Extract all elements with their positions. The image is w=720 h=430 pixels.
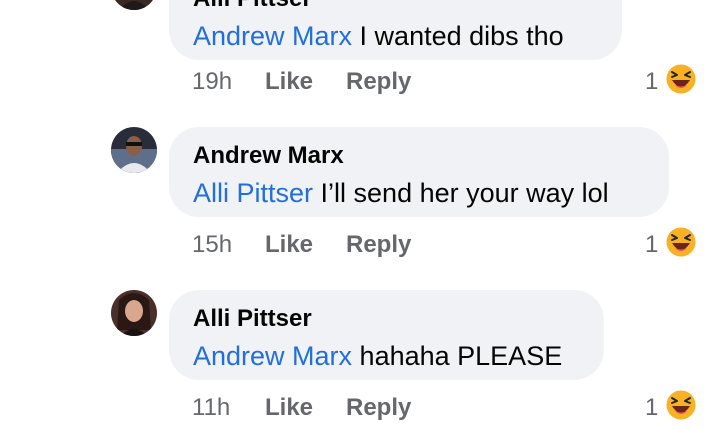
like-button[interactable]: Like	[265, 231, 313, 259]
mention-link[interactable]: Alli Pittser	[193, 178, 313, 208]
comment-body: I’ll send her your way lol	[313, 178, 609, 208]
comment-body: hahaha PLEASE	[352, 341, 563, 371]
reaction-count[interactable]: 1	[645, 68, 658, 96]
avatar-photo-icon	[111, 0, 157, 10]
laughing-emoji-icon[interactable]	[664, 388, 698, 422]
reaction-count[interactable]: 1	[645, 394, 658, 422]
comment-text: Andrew Marx hahaha PLEASE	[193, 341, 562, 372]
comment-actions: 11h Like Reply 1	[192, 388, 712, 430]
laughing-emoji-icon[interactable]	[664, 225, 698, 259]
avatar[interactable]	[111, 290, 157, 336]
timestamp[interactable]: 19h	[192, 68, 232, 96]
avatar-photo-icon	[111, 290, 157, 336]
mention-link[interactable]: Andrew Marx	[193, 21, 352, 51]
comment-actions: 19h Like Reply 1	[192, 62, 712, 104]
avatar[interactable]	[111, 127, 157, 173]
comment-bubble: Alli Pittser Andrew Marx I wanted dibs t…	[169, 0, 622, 60]
comment-text: Alli Pittser I’ll send her your way lol	[193, 178, 609, 209]
comment-author[interactable]: Alli Pittser	[193, 305, 312, 333]
timestamp[interactable]: 11h	[192, 394, 230, 422]
laughing-emoji-icon[interactable]	[664, 62, 698, 96]
comment-body: I wanted dibs tho	[352, 21, 564, 51]
comment-text: Andrew Marx I wanted dibs tho	[193, 21, 564, 52]
comment-bubble: Alli Pittser Andrew Marx hahaha PLEASE	[169, 290, 604, 380]
reply-button[interactable]: Reply	[346, 68, 411, 96]
comment-author[interactable]: Alli Pittser	[193, 0, 312, 13]
like-button[interactable]: Like	[265, 68, 313, 96]
reply-button[interactable]: Reply	[346, 394, 411, 422]
comment-actions: 15h Like Reply 1	[192, 225, 712, 267]
avatar[interactable]	[111, 0, 157, 10]
timestamp[interactable]: 15h	[192, 231, 232, 259]
reply-button[interactable]: Reply	[346, 231, 411, 259]
avatar-photo-icon	[111, 127, 157, 173]
mention-link[interactable]: Andrew Marx	[193, 341, 352, 371]
reaction-count[interactable]: 1	[645, 231, 658, 259]
like-button[interactable]: Like	[265, 394, 313, 422]
comment-author[interactable]: Andrew Marx	[193, 142, 344, 170]
comment-bubble: Andrew Marx Alli Pittser I’ll send her y…	[169, 127, 669, 217]
